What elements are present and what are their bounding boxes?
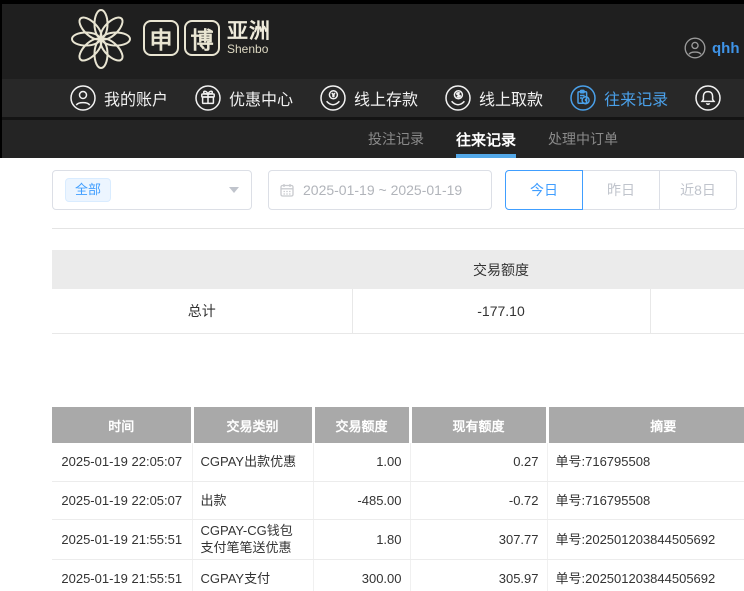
tab-label: 投注记录 (368, 129, 424, 149)
cell-memo: 单号:716795508 (547, 481, 744, 519)
cell-type: 出款 (192, 481, 313, 519)
quick-date-buttons: 今日 昨日 近8日 (505, 170, 737, 210)
cell-balance: 0.27 (410, 443, 547, 481)
cell-amount: -485.00 (313, 481, 410, 519)
nav-label: 优惠中心 (229, 86, 293, 110)
column-header-memo: 摘要 (547, 407, 744, 443)
summary-total-row: 总计 -177.10 (52, 289, 744, 333)
summary-table: 交易额度 总计 -177.10 (52, 250, 744, 334)
column-header-amount: 交易额度 (313, 407, 410, 443)
brand-logo[interactable]: 申 博 亚洲 Shenbo (70, 6, 271, 70)
cell-memo: 单号:202501203844505692 (547, 559, 744, 591)
gift-icon (195, 85, 221, 111)
date-range-value[interactable]: 2025-01-19 ~ 2025-01-19 (303, 182, 462, 198)
bell-icon (695, 85, 721, 111)
nav-label: 往来记录 (604, 86, 668, 110)
summary-total-label: 总计 (52, 289, 352, 333)
cell-time: 2025-01-19 21:55:51 (52, 519, 192, 559)
tab-processing-orders[interactable]: 处理中订单 (548, 120, 618, 158)
cell-memo: 单号:716795508 (547, 443, 744, 481)
nav-item-my-account[interactable]: 我的账户 (70, 85, 168, 111)
nav-item-announcements[interactable] (695, 85, 729, 111)
logo-region-text: 亚洲 (227, 21, 271, 43)
cell-time: 2025-01-19 22:05:07 (52, 443, 192, 481)
tab-label: 处理中订单 (548, 129, 618, 149)
records-table: 时间 交易类别 交易额度 现有额度 摘要 2025-01-19 22:05:07… (52, 407, 744, 591)
summary-empty-cell (650, 289, 744, 333)
user-icon (70, 85, 96, 111)
summary-header-empty (650, 250, 744, 289)
tab-transaction-records[interactable]: 往来记录 (456, 120, 516, 158)
nav-label: 我的账户 (104, 86, 168, 110)
table-row: 2025-01-19 22:05:07 CGPAY出款优惠 1.00 0.27 … (52, 443, 744, 481)
logo-char-box: 申 (143, 20, 179, 56)
site-header: 申 博 亚洲 Shenbo qhh (0, 4, 744, 79)
records-header-row: 时间 交易类别 交易额度 现有额度 摘要 (52, 407, 744, 443)
date-range-picker[interactable]: 2025-01-19 ~ 2025-01-19 (268, 170, 492, 210)
yesterday-button[interactable]: 昨日 (582, 170, 660, 210)
flower-logo-icon (70, 6, 132, 70)
column-header-balance: 现有额度 (410, 407, 547, 443)
nav-item-online-deposit[interactable]: 线上存款 (320, 85, 418, 111)
user-avatar-icon (684, 37, 706, 59)
column-header-time: 时间 (52, 407, 192, 443)
summary-header-row: 交易额度 (52, 250, 744, 289)
today-button[interactable]: 今日 (505, 170, 583, 210)
section-divider (52, 228, 744, 229)
cell-memo: 单号:202501203844505692 (547, 519, 744, 559)
category-tag[interactable]: 全部 (65, 178, 111, 202)
cell-balance: 305.97 (410, 559, 547, 591)
table-row: 2025-01-19 22:05:07 出款 -485.00 -0.72 单号:… (52, 481, 744, 519)
summary-total-amount: -177.10 (352, 289, 650, 333)
cell-balance: 307.77 (410, 519, 547, 559)
cell-amount: 1.00 (313, 443, 410, 481)
records-tabs: 投注记录 往来记录 处理中订单 (368, 120, 618, 158)
summary-header-amount: 交易额度 (352, 250, 650, 289)
table-row: 2025-01-19 21:55:51 CGPAY-CG钱包支付笔笔送优惠 1.… (52, 519, 744, 559)
summary-header-empty (52, 250, 352, 289)
cell-amount: 1.80 (313, 519, 410, 559)
logo-char-box: 博 (184, 20, 220, 56)
logo-subtitle-text: Shenbo (227, 43, 271, 56)
cell-type: CGPAY出款优惠 (192, 443, 313, 481)
chevron-down-icon (229, 187, 239, 193)
withdraw-coin-hand-icon (445, 85, 471, 111)
cell-time: 2025-01-19 22:05:07 (52, 481, 192, 519)
button-label: 昨日 (607, 180, 635, 200)
calendar-icon (279, 182, 295, 198)
window-left-edge (0, 0, 2, 158)
logo-wordmark: 亚洲 Shenbo (227, 21, 271, 56)
nav-item-online-withdraw[interactable]: 线上取款 (445, 85, 543, 111)
button-label: 近8日 (680, 180, 716, 200)
transaction-records-page: 申 博 亚洲 Shenbo qhh 我的账户 (0, 0, 744, 591)
nav-label: 线上存款 (354, 86, 418, 110)
cell-type: CGPAY支付 (192, 559, 313, 591)
nav-label: 线上取款 (479, 86, 543, 110)
last-8-days-button[interactable]: 近8日 (659, 170, 737, 210)
user-account[interactable]: qhh (684, 37, 740, 59)
cell-time: 2025-01-19 21:55:51 (52, 559, 192, 591)
column-header-type: 交易类别 (192, 407, 313, 443)
records-subnav: 投注记录 往来记录 处理中订单 (0, 120, 744, 158)
nav-item-promotions[interactable]: 优惠中心 (195, 85, 293, 111)
tab-label: 往来记录 (456, 129, 516, 150)
cell-type: CGPAY-CG钱包支付笔笔送优惠 (192, 519, 313, 559)
username-text[interactable]: qhh (712, 40, 740, 57)
main-navigation: 我的账户 优惠中心 线上存款 (0, 79, 744, 120)
deposit-coin-hand-icon (320, 85, 346, 111)
category-select[interactable]: 全部 (52, 170, 252, 210)
tab-betting-records[interactable]: 投注记录 (368, 120, 424, 158)
nav-item-transaction-records[interactable]: 往来记录 (570, 85, 668, 111)
cell-balance: -0.72 (410, 481, 547, 519)
table-row: 2025-01-19 21:55:51 CGPAY支付 300.00 305.9… (52, 559, 744, 591)
cell-amount: 300.00 (313, 559, 410, 591)
button-label: 今日 (530, 180, 558, 200)
records-clipboard-clock-icon (570, 85, 596, 111)
